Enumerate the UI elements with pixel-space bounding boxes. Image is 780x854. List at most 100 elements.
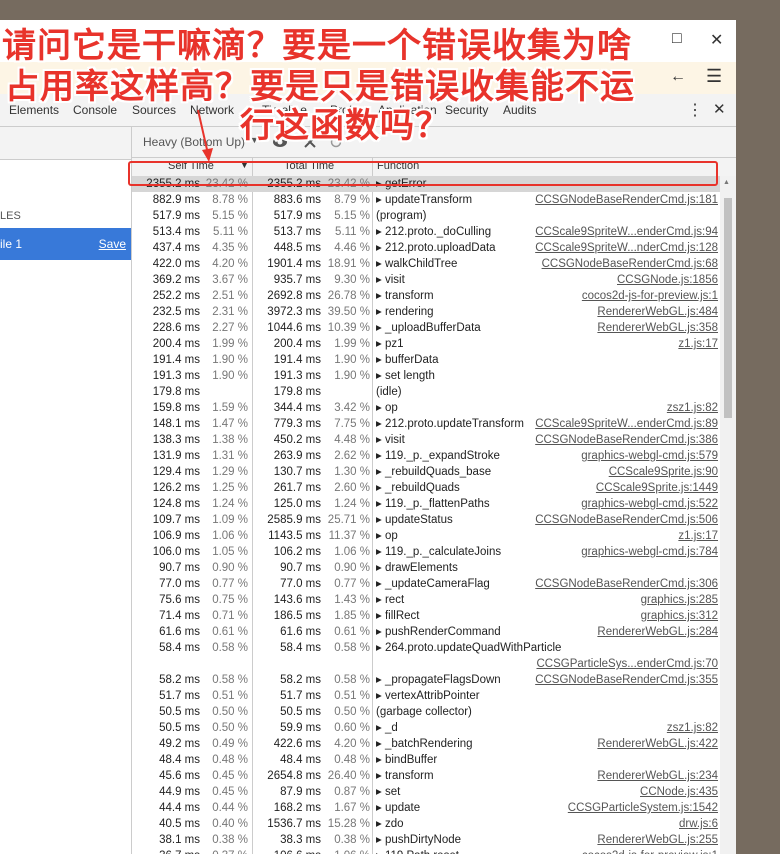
source-link[interactable]: CCSGParticleSystem.js:1542 xyxy=(568,800,718,816)
table-row[interactable]: 200.4 ms 1.99 % 200.4 ms 1.99 % ▸ pz1 z1.js:1… xyxy=(132,336,720,352)
self-time-cell: 131.9 ms xyxy=(152,450,200,462)
source-link[interactable]: CCScale9SpriteW...enderCmd.js:94 xyxy=(535,224,718,240)
table-row[interactable]: 90.7 ms 0.90 % 90.7 ms 0.90 % ▸ drawElements xyxy=(132,560,720,576)
source-link[interactable]: RendererWebGL.js:284 xyxy=(597,624,718,640)
source-link[interactable]: CCSGNodeBaseRenderCmd.js:181 xyxy=(535,192,718,208)
total-percent-cell: 1.67 % xyxy=(334,802,370,814)
table-row[interactable]: 45.6 ms 0.45 % 2654.8 ms 26.40 % ▸ transform… xyxy=(132,768,720,784)
source-link[interactable]: graphics.js:312 xyxy=(641,608,718,624)
table-row[interactable]: 437.4 ms 4.35 % 448.5 ms 4.46 % ▸ 212.proto.… xyxy=(132,240,720,256)
source-link[interactable]: CCSGNodeBaseRenderCmd.js:386 xyxy=(535,432,718,448)
table-row[interactable]: 48.4 ms 0.48 % 48.4 ms 0.48 % ▸ bindBuffer xyxy=(132,752,720,768)
source-link[interactable]: graphics-webgl-cmd.js:522 xyxy=(581,496,718,512)
view-select[interactable]: Heavy (Bottom Up) xyxy=(143,135,245,149)
table-row[interactable]: 61.6 ms 0.61 % 61.6 ms 0.61 % ▸ pushRenderCo… xyxy=(132,624,720,640)
total-time-cell: 143.6 ms xyxy=(273,594,321,606)
scrollbar[interactable]: ▲ xyxy=(720,176,736,854)
table-row[interactable]: 159.8 ms 1.59 % 344.4 ms 3.42 % ▸ op zsz1.js:… xyxy=(132,400,720,416)
source-link[interactable]: graphics.js:285 xyxy=(641,592,718,608)
table-row[interactable]: 40.5 ms 0.40 % 1536.7 ms 15.28 % ▸ zdo drw.js… xyxy=(132,816,720,832)
table-row[interactable]: 71.4 ms 0.71 % 186.5 ms 1.85 % ▸ fillRect gra… xyxy=(132,608,720,624)
total-time-cell: 58.4 ms xyxy=(280,642,321,654)
restore-icon[interactable]: □ xyxy=(672,30,682,48)
source-link[interactable]: CCScale9Sprite.js:1449 xyxy=(596,480,718,496)
table-row[interactable]: 517.9 ms 5.15 % 517.9 ms 5.15 % (program) xyxy=(132,208,720,224)
table-row[interactable]: 369.2 ms 3.67 % 935.7 ms 9.30 % ▸ visit CCSGN… xyxy=(132,272,720,288)
table-row[interactable]: CCSGParticleSys...enderCmd.js:70 xyxy=(132,656,720,672)
table-row[interactable]: 131.9 ms 1.31 % 263.9 ms 2.62 % ▸ 119._p._ex… xyxy=(132,448,720,464)
scrollbar-thumb[interactable] xyxy=(724,198,732,418)
source-link[interactable]: cocos2d-js-for-preview.js:1 xyxy=(582,848,718,854)
total-percent-cell: 3.42 % xyxy=(334,402,370,414)
save-link[interactable]: Save xyxy=(99,237,126,251)
source-link[interactable]: CCSGParticleSys...enderCmd.js:70 xyxy=(536,656,718,672)
table-row[interactable]: 179.8 ms 179.8 ms (idle) xyxy=(132,384,720,400)
table-row[interactable]: 124.8 ms 1.24 % 125.0 ms 1.24 % ▸ 119._p._fl… xyxy=(132,496,720,512)
source-link[interactable]: CCSGNode.js:1856 xyxy=(617,272,718,288)
source-link[interactable]: drw.js:6 xyxy=(679,816,718,832)
back-arrow-icon[interactable]: ← xyxy=(670,68,686,86)
source-link[interactable]: CCSGNodeBaseRenderCmd.js:306 xyxy=(535,576,718,592)
more-options-icon[interactable]: ⋮ xyxy=(687,100,703,120)
source-link[interactable]: RendererWebGL.js:358 xyxy=(597,320,718,336)
source-link[interactable]: CCSGNodeBaseRenderCmd.js:355 xyxy=(535,672,718,688)
table-row[interactable]: 191.4 ms 1.90 % 191.4 ms 1.90 % ▸ bufferData xyxy=(132,352,720,368)
table-row[interactable]: 232.5 ms 2.31 % 3972.3 ms 39.50 % ▸ renderin… xyxy=(132,304,720,320)
source-link[interactable]: RendererWebGL.js:484 xyxy=(597,304,718,320)
table-row[interactable]: 252.2 ms 2.51 % 2692.8 ms 26.78 % ▸ transfor… xyxy=(132,288,720,304)
table-row[interactable]: 138.3 ms 1.38 % 450.2 ms 4.48 % ▸ visit CCSGN… xyxy=(132,432,720,448)
self-time-cell: 191.4 ms xyxy=(152,354,200,366)
source-link[interactable]: CCScale9SpriteW...nderCmd.js:128 xyxy=(535,240,718,256)
source-link[interactable]: CCScale9SpriteW...enderCmd.js:89 xyxy=(535,416,718,432)
table-row[interactable]: 191.3 ms 1.90 % 191.3 ms 1.90 % ▸ set length xyxy=(132,368,720,384)
source-link[interactable]: CCSGNodeBaseRenderCmd.js:68 xyxy=(542,256,718,272)
close-devtools-icon[interactable]: ✕ xyxy=(713,100,726,118)
table-row[interactable]: 49.2 ms 0.49 % 422.6 ms 4.20 % ▸ _batchRende… xyxy=(132,736,720,752)
table-row[interactable]: 36.7 ms 0.37 % 106.6 ms 1.06 % ▸ 119.Path.re… xyxy=(132,848,720,854)
table-row[interactable]: 58.4 ms 0.58 % 58.4 ms 0.58 % ▸ 264.proto.up… xyxy=(132,640,720,656)
table-row[interactable]: 38.1 ms 0.38 % 38.3 ms 0.38 % ▸ pushDirtyNod… xyxy=(132,832,720,848)
source-link[interactable]: zsz1.js:82 xyxy=(667,720,718,736)
self-percent-cell: 1.38 % xyxy=(212,434,248,446)
source-link[interactable]: CCNode.js:435 xyxy=(640,784,718,800)
source-link[interactable]: zsz1.js:82 xyxy=(667,400,718,416)
sidebar-item-profile[interactable]: ile 1 Save xyxy=(0,228,131,260)
total-time-cell: 513.7 ms xyxy=(273,226,321,238)
source-link[interactable]: CCSGNodeBaseRenderCmd.js:506 xyxy=(535,512,718,528)
source-link[interactable]: RendererWebGL.js:234 xyxy=(597,768,718,784)
source-link[interactable]: cocos2d-js-for-preview.js:1 xyxy=(582,288,718,304)
source-link[interactable]: RendererWebGL.js:422 xyxy=(597,736,718,752)
source-link[interactable]: z1.js:17 xyxy=(678,336,718,352)
table-row[interactable]: 50.5 ms 0.50 % 59.9 ms 0.60 % ▸ _d zsz1.js:82 xyxy=(132,720,720,736)
total-time-cell: 344.4 ms xyxy=(273,402,321,414)
function-name-cell: ▸ _rebuildQuads xyxy=(376,482,460,494)
table-row[interactable]: 422.0 ms 4.20 % 1901.4 ms 18.91 % ▸ walkChil… xyxy=(132,256,720,272)
total-time-cell: 2654.8 ms xyxy=(267,770,321,782)
table-row[interactable]: 75.6 ms 0.75 % 143.6 ms 1.43 % ▸ rect graphic… xyxy=(132,592,720,608)
table-row[interactable]: 44.9 ms 0.45 % 87.9 ms 0.87 % ▸ set CCNode.js… xyxy=(132,784,720,800)
table-row[interactable]: 50.5 ms 0.50 % 50.5 ms 0.50 % (garbage colle… xyxy=(132,704,720,720)
table-row[interactable]: 51.7 ms 0.51 % 51.7 ms 0.51 % ▸ vertexAttrib… xyxy=(132,688,720,704)
source-link[interactable]: z1.js:17 xyxy=(678,528,718,544)
source-link[interactable]: graphics-webgl-cmd.js:784 xyxy=(581,544,718,560)
close-window-icon[interactable]: ✕ xyxy=(710,30,723,50)
function-name-cell: ▸ updateTransform xyxy=(376,194,473,206)
table-row[interactable]: 126.2 ms 1.25 % 261.7 ms 2.60 % ▸ _rebuildQu… xyxy=(132,480,720,496)
table-row[interactable]: 148.1 ms 1.47 % 779.3 ms 7.75 % ▸ 212.proto.… xyxy=(132,416,720,432)
scroll-up-icon[interactable]: ▲ xyxy=(723,179,730,186)
table-row[interactable]: 58.2 ms 0.58 % 58.2 ms 0.58 % ▸ _propagateFl… xyxy=(132,672,720,688)
table-row[interactable]: 77.0 ms 0.77 % 77.0 ms 0.77 % ▸ _updateCamer… xyxy=(132,576,720,592)
table-row[interactable]: 129.4 ms 1.29 % 130.7 ms 1.30 % ▸ _rebuildQu… xyxy=(132,464,720,480)
menu-icon[interactable]: ☰ xyxy=(706,66,722,87)
table-row[interactable]: 109.7 ms 1.09 % 2585.9 ms 25.71 % ▸ updateSt… xyxy=(132,512,720,528)
table-row[interactable]: 106.9 ms 1.06 % 1143.5 ms 11.37 % ▸ op z1.js:… xyxy=(132,528,720,544)
table-row[interactable]: 513.4 ms 5.11 % 513.7 ms 5.11 % ▸ 212.proto.… xyxy=(132,224,720,240)
source-link[interactable]: graphics-webgl-cmd.js:579 xyxy=(581,448,718,464)
source-link[interactable]: CCScale9Sprite.js:90 xyxy=(609,464,718,480)
total-time-cell: 883.6 ms xyxy=(273,194,321,206)
table-row[interactable]: 44.4 ms 0.44 % 168.2 ms 1.67 % ▸ update CCSGP… xyxy=(132,800,720,816)
table-row[interactable]: 228.6 ms 2.27 % 1044.6 ms 10.39 % ▸ _uploadB… xyxy=(132,320,720,336)
table-row[interactable]: 106.0 ms 1.05 % 106.2 ms 1.06 % ▸ 119._p._ca… xyxy=(132,544,720,560)
source-link[interactable]: RendererWebGL.js:255 xyxy=(597,832,718,848)
table-row[interactable]: 882.9 ms 8.78 % 883.6 ms 8.79 % ▸ updateTran… xyxy=(132,192,720,208)
